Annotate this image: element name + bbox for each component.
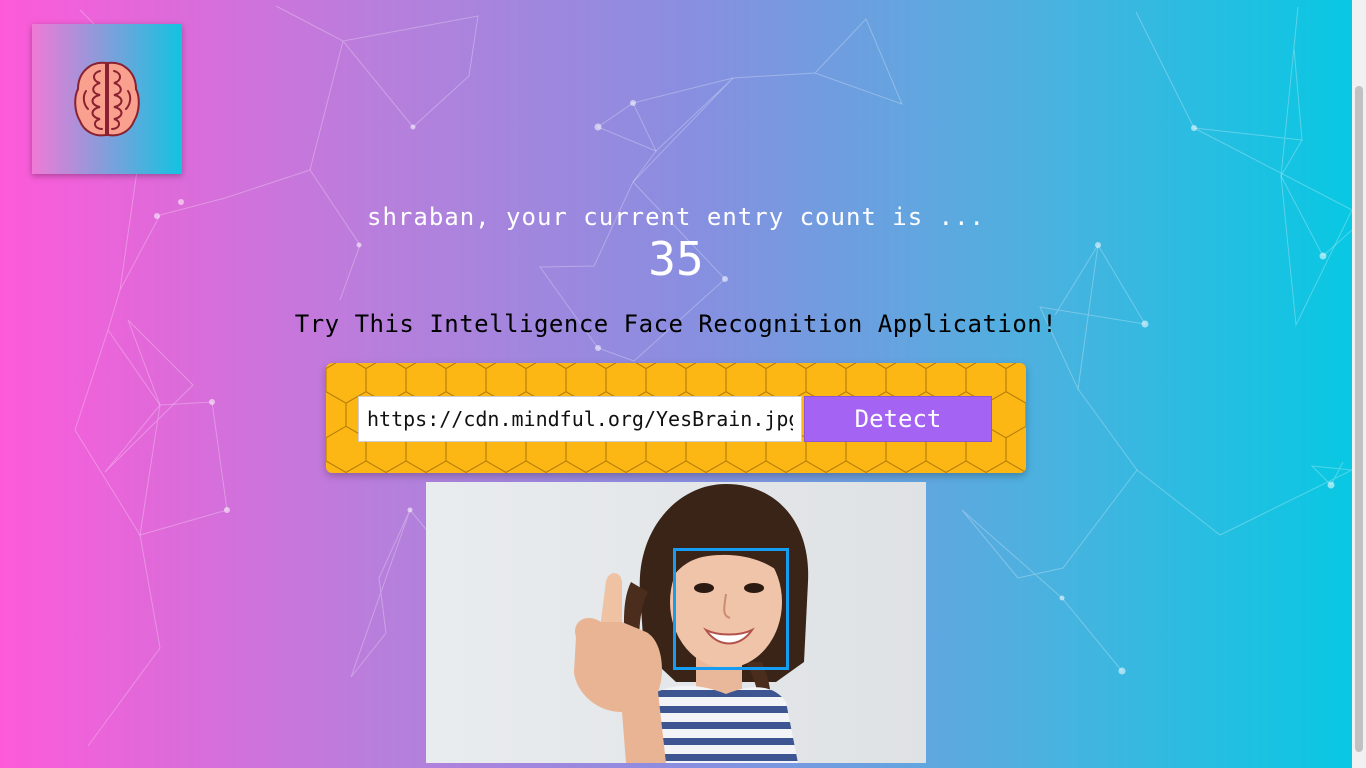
- face-bounding-box: [673, 548, 789, 670]
- scrollbar-thumb[interactable]: [1355, 86, 1363, 752]
- page-scrollbar[interactable]: [1352, 0, 1366, 768]
- logo-tile[interactable]: [32, 24, 182, 174]
- entry-count-greeting: shraban, your current entry count is ...: [367, 203, 985, 231]
- brain-icon: [74, 61, 140, 137]
- entry-count-value: 35: [648, 232, 704, 286]
- result-image: [426, 482, 926, 763]
- detect-button[interactable]: Detect: [804, 396, 992, 442]
- app-tagline: Try This Intelligence Face Recognition A…: [294, 310, 1058, 338]
- image-url-input[interactable]: [358, 396, 802, 442]
- image-link-form: Detect: [326, 363, 1026, 473]
